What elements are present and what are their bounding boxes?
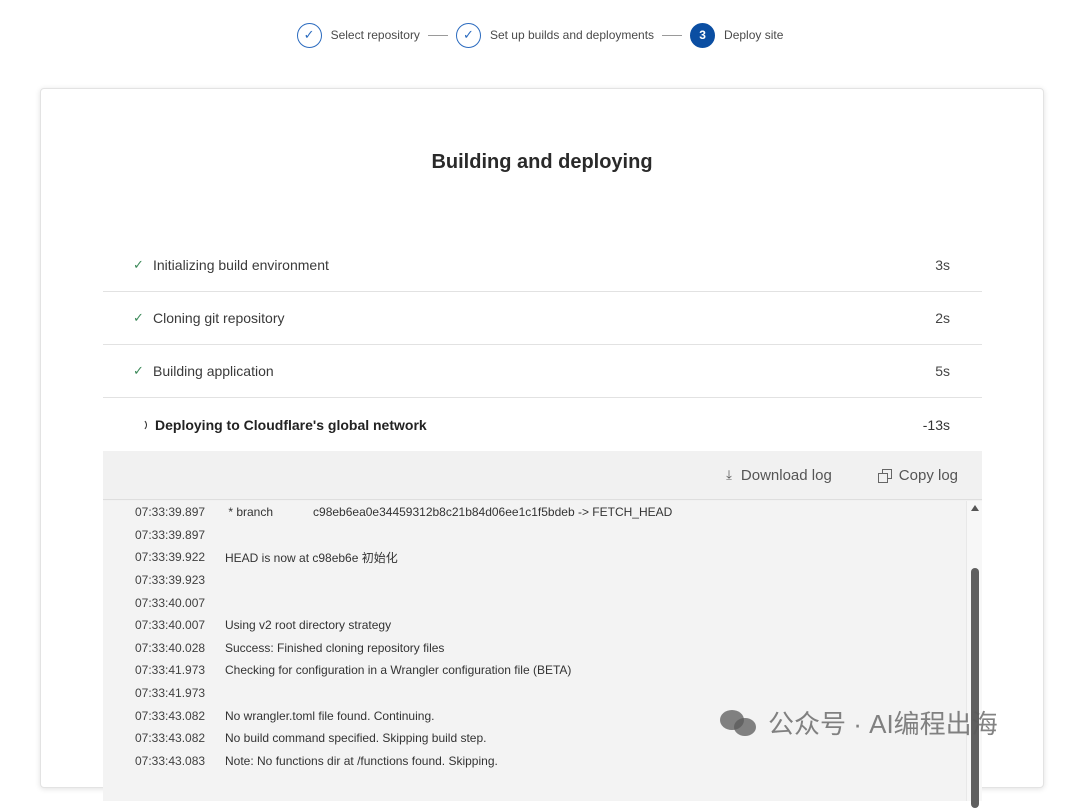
build-step-row: ✓ Cloning git repository 2s <box>103 292 982 345</box>
build-step-label: Building application <box>153 363 274 379</box>
log-timestamp: 07:33:40.028 <box>135 640 206 655</box>
check-icon: ✓ <box>133 257 144 272</box>
log-message: HEAD is now at c98eb6e 初始化 <box>225 550 398 565</box>
build-step-duration: 3s <box>935 257 950 273</box>
deployment-card: Building and deploying ✓ Initializing bu… <box>40 88 1044 808</box>
log-message: * branch c98eb6ea0e34459312b8c21b84d06ee… <box>225 505 673 520</box>
log-scrollbar[interactable] <box>966 501 982 808</box>
check-icon: ✓ <box>133 310 144 325</box>
check-icon: ✓ <box>133 363 144 378</box>
log-timestamp: 07:33:39.897 <box>135 505 206 520</box>
step-deploy-site: 3 Deploy site <box>690 22 784 48</box>
log-line: 07:33:41.973 <box>103 682 982 705</box>
log-timestamp: 07:33:40.007 <box>135 595 206 610</box>
build-step-duration: 5s <box>935 363 950 379</box>
page-title: Building and deploying <box>431 151 653 173</box>
scrollbar-thumb[interactable] <box>971 568 979 808</box>
log-output[interactable]: 07:33:39.897 * branch c98eb6ea0e34459312… <box>103 501 982 801</box>
step-3-number-badge: 3 <box>690 22 716 48</box>
log-timestamp: 07:33:39.923 <box>135 573 206 588</box>
step-2-check-icon: ✓ <box>455 22 481 48</box>
build-step-label: Initializing build environment <box>153 257 329 273</box>
step-separator <box>662 34 683 36</box>
watermark-text: 公众号 · AI编程出海 <box>768 709 998 739</box>
log-line: 07:33:39.897 <box>103 524 982 547</box>
log-timestamp: 07:33:41.973 <box>135 663 206 678</box>
log-line: 07:33:40.028 Success: Finished cloning re… <box>103 637 982 660</box>
log-line: 07:33:40.007 Using v2 root directory stra… <box>103 614 982 637</box>
log-message: Using v2 root directory strategy <box>225 618 392 633</box>
download-log-button[interactable]: ⤓ Download log <box>726 467 832 484</box>
log-message: Checking for configuration in a Wrangler… <box>225 663 572 678</box>
build-steps-list: ✓ Initializing build environment 3s ✓ Cl… <box>103 239 982 451</box>
build-step-duration: 2s <box>935 310 950 326</box>
copy-log-button[interactable]: Copy log <box>877 466 958 484</box>
progress-stepper: ✓ Select repository ✓ Set up builds and … <box>0 22 1080 48</box>
build-step-row: ✓ Initializing build environment 3s <box>103 239 982 292</box>
log-message: No build command specified. Skipping bui… <box>225 731 487 746</box>
step-1-label: Select repository <box>330 28 420 42</box>
copy-log-label: Copy log <box>898 466 958 484</box>
log-line: 07:33:39.922 HEAD is now at c98eb6e 初始化 <box>103 546 982 569</box>
step-2-label: Set up builds and deployments <box>489 28 655 42</box>
log-timestamp: 07:33:43.082 <box>135 731 206 746</box>
spinner-icon <box>135 418 147 431</box>
log-timestamp: 07:33:39.922 <box>135 550 206 565</box>
log-timestamp: 07:33:39.897 <box>135 527 206 542</box>
wechat-icon <box>720 708 760 738</box>
log-message: Success: Finished cloning repository fil… <box>225 640 445 655</box>
log-timestamp: 07:33:41.973 <box>135 686 206 701</box>
step-select-repository: ✓ Select repository <box>296 22 420 48</box>
log-line: 07:33:39.897 * branch c98eb6ea0e34459312… <box>103 501 982 524</box>
step-3-label: Deploy site <box>724 28 784 42</box>
build-step-duration: -13s <box>922 416 950 433</box>
build-step-label: Cloning git repository <box>153 310 285 326</box>
log-message: No wrangler.toml file found. Continuing. <box>225 708 435 723</box>
scroll-up-arrow-icon[interactable] <box>971 505 979 511</box>
step-1-check-icon: ✓ <box>296 22 322 48</box>
build-step-label: Deploying to Cloudflare's global network <box>155 416 427 433</box>
download-log-label: Download log <box>740 466 832 484</box>
step-setup-builds: ✓ Set up builds and deployments <box>455 22 655 48</box>
log-line: 07:33:40.007 <box>103 591 982 614</box>
build-step-row: ✓ Building application 5s <box>103 345 982 398</box>
copy-icon <box>877 469 892 483</box>
log-timestamp: 07:33:40.007 <box>135 618 206 633</box>
log-timestamp: 07:33:43.082 <box>135 708 206 723</box>
build-step-row-active[interactable]: Deploying to Cloudflare's global network… <box>103 398 982 451</box>
log-toolbar: ⤓ Download log Copy log <box>103 451 982 500</box>
log-line: 07:33:41.973 Checking for configuration i… <box>103 659 982 682</box>
step-separator <box>427 34 448 36</box>
log-line: 07:33:39.923 <box>103 569 982 592</box>
watermark: 公众号 · AI编程出海 <box>720 704 998 741</box>
download-icon: ⤓ <box>726 467 732 482</box>
log-line: 07:33:43.083 Note: No functions dir at /f… <box>103 750 982 773</box>
